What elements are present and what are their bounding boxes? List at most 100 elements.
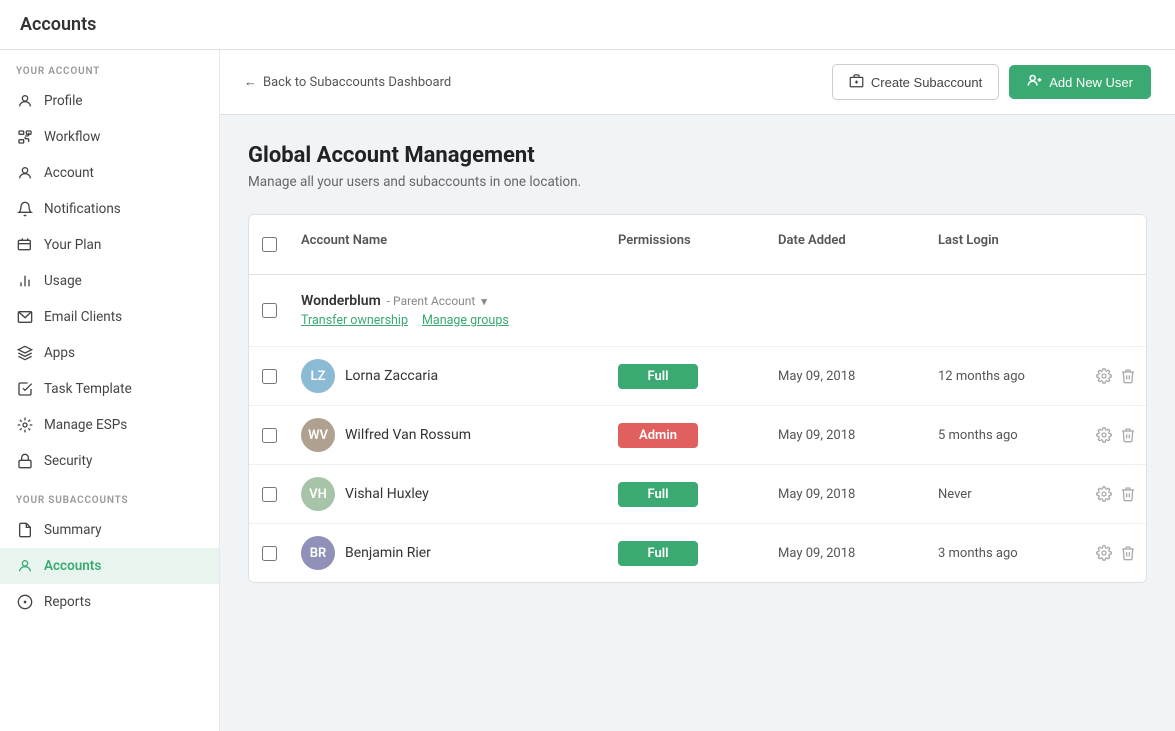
sidebar-label-manage-esps: Manage ESPs	[44, 417, 127, 433]
user-cell-3: BR Benjamin Rier	[289, 524, 606, 582]
settings-icon-0[interactable]	[1096, 367, 1112, 385]
lock-icon	[16, 452, 34, 470]
sidebar-label-reports: Reports	[44, 594, 91, 610]
table-row: VH Vishal Huxley Full May 09, 2018 Never	[249, 465, 1146, 524]
delete-icon-1[interactable]	[1120, 426, 1136, 444]
page-title: Global Account Management	[248, 143, 1147, 168]
sidebar-item-your-plan[interactable]: Your Plan	[0, 227, 219, 263]
sidebar-item-usage[interactable]: Usage	[0, 263, 219, 299]
file-icon	[16, 521, 34, 539]
reports-icon	[16, 593, 34, 611]
sub-header: ← Back to Subaccounts Dashboard Create S…	[220, 50, 1175, 115]
bar-chart-icon	[16, 272, 34, 290]
sidebar-item-apps[interactable]: Apps	[0, 335, 219, 371]
sidebar-label-security: Security	[44, 453, 92, 469]
sidebar-item-account[interactable]: Account	[0, 155, 219, 191]
user-cell-2: VH Vishal Huxley	[289, 465, 606, 523]
main-content: ← Back to Subaccounts Dashboard Create S…	[220, 50, 1175, 731]
select-all-checkbox[interactable]	[262, 237, 277, 252]
parent-checkbox[interactable]	[262, 303, 277, 318]
header-checkbox-cell	[249, 225, 289, 264]
app-title: Accounts	[20, 14, 96, 35]
sidebar-label-profile: Profile	[44, 93, 83, 109]
sidebar-item-manage-esps[interactable]: Manage ESPs	[0, 407, 219, 443]
manage-groups-link[interactable]: Manage groups	[422, 313, 509, 328]
row-checkbox-cell-0	[249, 357, 289, 396]
main-layout: YOUR ACCOUNT Profile Workflow Account	[0, 50, 1175, 731]
row-checkbox-0[interactable]	[262, 369, 277, 384]
avatar-2: VH	[301, 477, 335, 511]
transfer-ownership-link[interactable]: Transfer ownership	[301, 313, 408, 328]
parent-account-name: Wonderblum - Parent Account ▾	[301, 293, 1134, 309]
sub-header-actions: Create Subaccount Add New User	[832, 64, 1151, 100]
table-row: BR Benjamin Rier Full May 09, 2018 3 mon…	[249, 524, 1146, 582]
action-cell-2	[1086, 473, 1146, 515]
row-checkbox-1[interactable]	[262, 428, 277, 443]
row-checkbox-3[interactable]	[262, 546, 277, 561]
sidebar-item-summary[interactable]: Summary	[0, 512, 219, 548]
settings-icon-3[interactable]	[1096, 544, 1112, 562]
manage-icon	[16, 416, 34, 434]
sidebar-item-profile[interactable]: Profile	[0, 83, 219, 119]
sidebar-label-notifications: Notifications	[44, 201, 121, 217]
delete-icon-0[interactable]	[1120, 367, 1136, 385]
sidebar-item-task-template[interactable]: Task Template	[0, 371, 219, 407]
table-row: WV Wilfred Van Rossum Admin May 09, 2018…	[249, 406, 1146, 465]
header-last-login: Last Login	[926, 225, 1086, 264]
permission-badge-2: Full	[618, 482, 698, 507]
add-user-icon	[1027, 73, 1042, 91]
accounts-table: Account Name Permissions Date Added Last…	[248, 214, 1147, 583]
sidebar-label-usage: Usage	[44, 273, 82, 289]
sidebar-label-email-clients: Email Clients	[44, 309, 122, 325]
header-date-added: Date Added	[766, 225, 926, 264]
sidebar-item-notifications[interactable]: Notifications	[0, 191, 219, 227]
email-icon	[16, 308, 34, 326]
sidebar-label-task-template: Task Template	[44, 381, 132, 397]
last-login-cell-1: 5 months ago	[926, 416, 1086, 455]
sidebar-item-reports[interactable]: Reports	[0, 584, 219, 620]
header-actions	[1086, 225, 1146, 264]
sidebar-section-subaccounts: YOUR SUBACCOUNTS	[0, 479, 219, 512]
sidebar: YOUR ACCOUNT Profile Workflow Account	[0, 50, 220, 731]
user-cell-0: LZ Lorna Zaccaria	[289, 347, 606, 405]
delete-icon-2[interactable]	[1120, 485, 1136, 503]
action-cell-0	[1086, 355, 1146, 397]
add-new-user-button[interactable]: Add New User	[1009, 65, 1151, 99]
user-name-0: Lorna Zaccaria	[345, 368, 438, 384]
settings-icon-2[interactable]	[1096, 485, 1112, 503]
back-link[interactable]: ← Back to Subaccounts Dashboard	[244, 74, 451, 90]
last-login-cell-2: Never	[926, 475, 1086, 514]
sidebar-section-your-account: YOUR ACCOUNT	[0, 50, 219, 83]
last-login-cell-0: 12 months ago	[926, 357, 1086, 396]
top-bar: Accounts	[0, 0, 1175, 50]
settings-icon-1[interactable]	[1096, 426, 1112, 444]
accounts-icon	[16, 557, 34, 575]
create-subaccount-button[interactable]: Create Subaccount	[832, 64, 999, 100]
user-name-3: Benjamin Rier	[345, 545, 431, 561]
sidebar-label-workflow: Workflow	[44, 129, 100, 145]
date-cell-3: May 09, 2018	[766, 534, 926, 573]
permission-badge-3: Full	[618, 541, 698, 566]
sidebar-label-apps: Apps	[44, 345, 75, 361]
table-row: LZ Lorna Zaccaria Full May 09, 2018 12 m…	[249, 347, 1146, 406]
avatar-0: LZ	[301, 359, 335, 393]
parent-account-row: Wonderblum - Parent Account ▾ Transfer o…	[249, 275, 1146, 347]
sidebar-item-accounts[interactable]: Accounts	[0, 548, 219, 584]
building-icon	[849, 73, 864, 91]
tag-icon	[16, 236, 34, 254]
row-checkbox-cell-3	[249, 534, 289, 573]
date-cell-2: May 09, 2018	[766, 475, 926, 514]
page-subtitle: Manage all your users and subaccounts in…	[248, 174, 1147, 190]
delete-icon-3[interactable]	[1120, 544, 1136, 562]
permission-badge-0: Full	[618, 364, 698, 389]
user-name-1: Wilfred Van Rossum	[345, 427, 471, 443]
permission-cell-2: Full	[606, 468, 766, 521]
check-square-icon	[16, 380, 34, 398]
sidebar-item-workflow[interactable]: Workflow	[0, 119, 219, 155]
table-header-row: Account Name Permissions Date Added Last…	[249, 215, 1146, 275]
layers-icon	[16, 344, 34, 362]
sidebar-item-security[interactable]: Security	[0, 443, 219, 479]
parent-account-cell: Wonderblum - Parent Account ▾ Transfer o…	[289, 289, 1146, 332]
row-checkbox-2[interactable]	[262, 487, 277, 502]
sidebar-item-email-clients[interactable]: Email Clients	[0, 299, 219, 335]
